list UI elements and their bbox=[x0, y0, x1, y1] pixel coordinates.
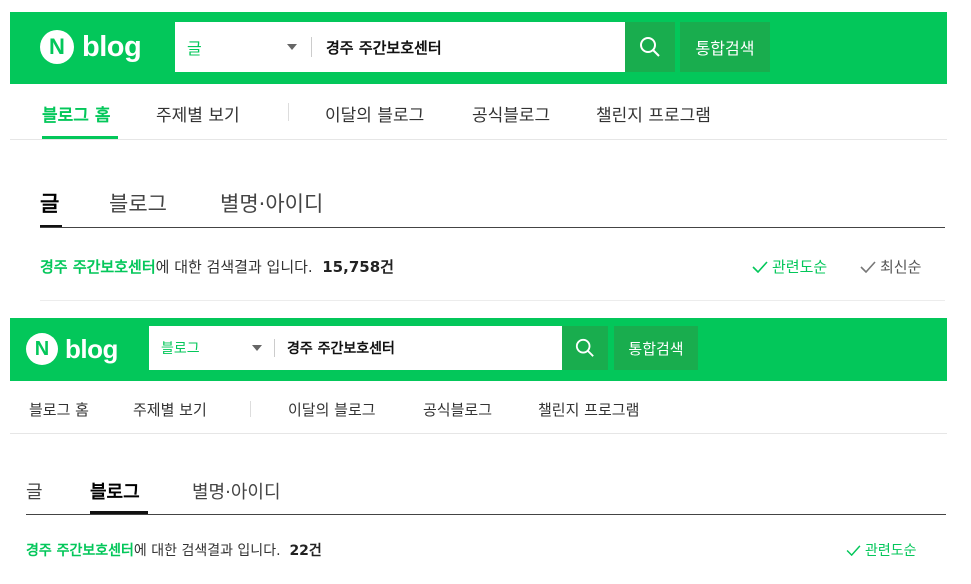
total-search-button[interactable]: 통합검색 bbox=[614, 326, 698, 370]
check-icon bbox=[846, 544, 861, 556]
divider-line bbox=[40, 300, 945, 301]
result-keyword: 경주 주간보호센터 bbox=[26, 543, 134, 559]
result-count: 15,758건 bbox=[322, 258, 394, 276]
nav-topics[interactable]: 주제별 보기 bbox=[133, 399, 207, 420]
logo-text: blog bbox=[82, 30, 142, 63]
tab-baseline bbox=[26, 514, 946, 515]
naver-blog-logo[interactable]: N blog bbox=[40, 30, 142, 64]
search-box: 블로그 경주 주간보호센터 bbox=[149, 326, 562, 370]
search-input[interactable]: 경주 주간보호센터 bbox=[326, 37, 442, 58]
nav-divider bbox=[288, 103, 289, 121]
result-summary: 경주 주간보호센터에 대한 검색결과 입니다. 22건 bbox=[26, 540, 322, 560]
blog-nav: 블로그 홈 주제별 보기 이달의 블로그 공식블로그 챌린지 프로그램 bbox=[10, 383, 947, 434]
result-suffix: 에 대한 검색결과 입니다. bbox=[133, 543, 281, 559]
nav-blog-home[interactable]: 블로그 홈 bbox=[29, 399, 89, 420]
tab-baseline bbox=[40, 227, 945, 228]
nav-challenge-program[interactable]: 챌린지 프로그램 bbox=[596, 101, 711, 126]
sort-relevance-label: 관련도순 bbox=[772, 258, 828, 276]
tab-nickname-id[interactable]: 별명·아이디 bbox=[220, 188, 323, 218]
result-suffix: 에 대한 검색결과 입니다. bbox=[155, 258, 313, 276]
search-button[interactable] bbox=[562, 326, 608, 370]
naver-n-icon: N bbox=[26, 333, 58, 365]
sort-relevance[interactable]: 관련도순 bbox=[752, 256, 827, 277]
search-icon bbox=[575, 338, 594, 357]
check-icon bbox=[752, 260, 768, 273]
divider bbox=[311, 37, 312, 57]
category-select[interactable]: 글 bbox=[175, 22, 311, 72]
search-input[interactable]: 경주 주간보호센터 bbox=[287, 338, 395, 358]
sort-latest[interactable]: 최신순 bbox=[860, 256, 921, 277]
nav-blog-of-month[interactable]: 이달의 블로그 bbox=[325, 101, 424, 126]
tab-posts[interactable]: 글 bbox=[26, 478, 43, 504]
nav-official-blog[interactable]: 공식블로그 bbox=[423, 399, 492, 420]
search-button[interactable] bbox=[625, 22, 675, 72]
caret-down-icon bbox=[252, 345, 262, 351]
check-icon bbox=[860, 260, 876, 273]
nav-topics[interactable]: 주제별 보기 bbox=[156, 101, 240, 126]
sort-relevance-label: 관련도순 bbox=[865, 543, 917, 559]
caret-down-icon bbox=[287, 44, 297, 50]
search-box: 글 경주 주간보호센터 bbox=[175, 22, 625, 72]
result-keyword: 경주 주간보호센터 bbox=[40, 258, 156, 276]
nav-official-blog[interactable]: 공식블로그 bbox=[472, 101, 550, 126]
nav-blog-of-month[interactable]: 이달의 블로그 bbox=[288, 399, 376, 420]
divider bbox=[274, 339, 275, 357]
logo-text: blog bbox=[65, 333, 118, 364]
tab-posts[interactable]: 글 bbox=[40, 188, 59, 218]
naver-n-icon: N bbox=[40, 30, 74, 64]
nav-divider bbox=[250, 401, 251, 417]
nav-challenge-program[interactable]: 챌린지 프로그램 bbox=[538, 399, 639, 420]
naver-blog-logo[interactable]: N blog bbox=[26, 333, 118, 365]
tab-blogs[interactable]: 블로그 bbox=[109, 188, 167, 218]
category-select[interactable]: 블로그 bbox=[149, 326, 274, 370]
blog-nav: 블로그 홈 주제별 보기 이달의 블로그 공식블로그 챌린지 프로그램 bbox=[10, 85, 947, 140]
result-count: 22건 bbox=[289, 543, 322, 559]
sort-latest-label: 최신순 bbox=[880, 258, 922, 276]
total-search-button[interactable]: 통합검색 bbox=[680, 22, 770, 72]
tab-blogs[interactable]: 블로그 bbox=[90, 478, 140, 504]
nav-active-underline bbox=[42, 136, 118, 139]
result-summary: 경주 주간보호센터에 대한 검색결과 입니다. 15,758건 bbox=[40, 256, 394, 277]
tab-nickname-id[interactable]: 별명·아이디 bbox=[192, 478, 281, 504]
search-icon bbox=[640, 37, 660, 57]
category-select-value: 글 bbox=[187, 39, 202, 58]
category-select-value: 블로그 bbox=[161, 341, 200, 357]
nav-blog-home[interactable]: 블로그 홈 bbox=[42, 101, 110, 126]
sort-relevance[interactable]: 관련도순 bbox=[846, 540, 917, 560]
